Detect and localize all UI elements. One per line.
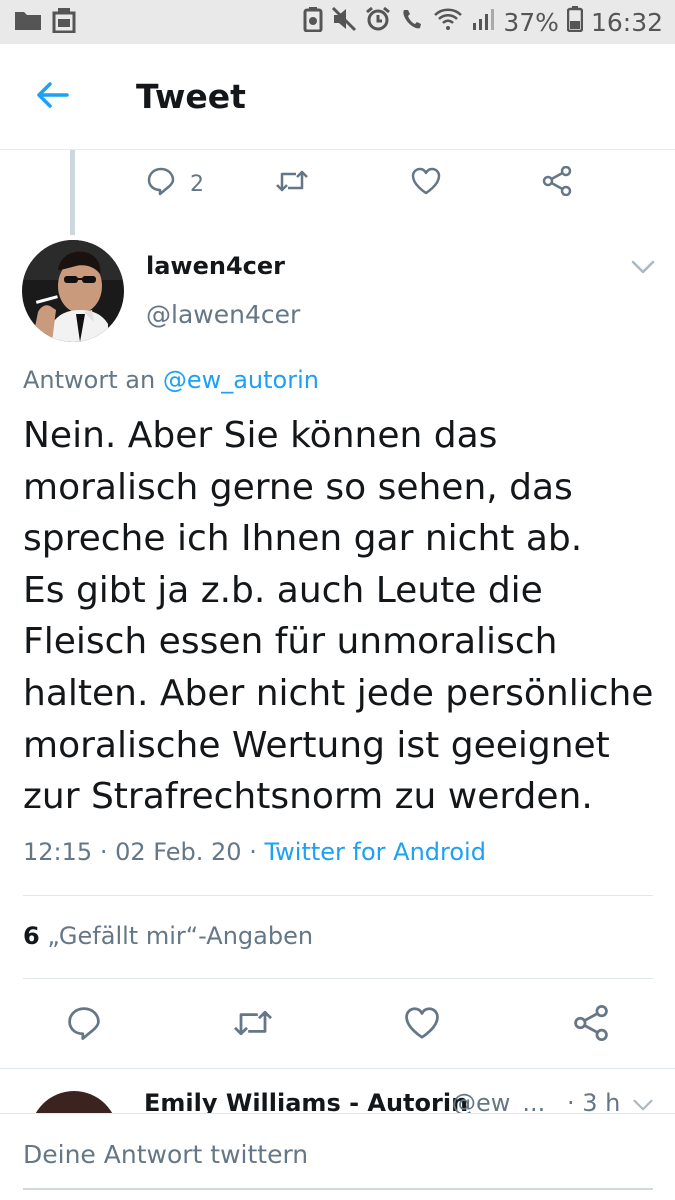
chevron-down-icon: [630, 260, 656, 280]
user-handle[interactable]: @ew_...: [452, 1089, 545, 1113]
share-button[interactable]: [572, 1005, 610, 1047]
share-button[interactable]: [541, 165, 573, 202]
tweet-time: 12:15: [23, 838, 93, 866]
reply-icon: [66, 1005, 102, 1047]
input-underline: [23, 1188, 653, 1190]
meta-separator: ·: [99, 838, 116, 866]
share-icon: [541, 165, 573, 202]
compose-bar[interactable]: Deine Antwort twittern: [0, 1113, 675, 1200]
chevron-down-icon: [632, 1098, 654, 1113]
user-handle[interactable]: @lawen4cer: [146, 300, 300, 329]
signal-icon: [471, 7, 495, 37]
tweet-menu-button[interactable]: [632, 1097, 654, 1113]
retweet-button[interactable]: [275, 166, 309, 202]
arrow-left-icon: [35, 81, 69, 113]
status-bar: 37% 16:32: [0, 0, 675, 44]
reply-button[interactable]: 2: [146, 166, 204, 202]
app-header: Tweet: [0, 44, 675, 150]
tweet-meta: 12:15 · 02 Feb. 20 · Twitter for Android: [23, 838, 486, 866]
previous-tweet-actions: 2: [0, 150, 675, 220]
tweet-actions: [0, 985, 675, 1065]
tweet-date: 02 Feb. 20: [115, 838, 242, 866]
reply-icon: [146, 166, 176, 202]
mute-icon: [331, 6, 357, 38]
folder-icon: [14, 9, 42, 35]
like-label: „Gefällt mir“-Angaben: [47, 922, 314, 950]
display-name[interactable]: Emily Williams - Autorin: [144, 1089, 468, 1113]
tweet-source[interactable]: Twitter for Android: [264, 838, 485, 866]
divider: [23, 978, 653, 979]
likes-summary[interactable]: 6 „Gefällt mir“-Angaben: [23, 922, 313, 950]
battery-percent: 37%: [503, 7, 559, 37]
reply-input[interactable]: Deine Antwort twittern: [23, 1140, 308, 1169]
retweet-icon: [232, 1005, 274, 1047]
heart-icon: [410, 166, 442, 202]
reply-count: 2: [190, 171, 204, 197]
status-left-icons: [14, 7, 76, 37]
tweet-time: · 3 h: [567, 1089, 621, 1113]
storage-icon: [52, 7, 76, 37]
tweet-text: Nein. Aber Sie können das moralisch gern…: [23, 415, 654, 818]
reply-tweet[interactable]: Emily Williams - Autorin @ew_... · 3 h: [0, 1069, 675, 1113]
alarm-icon: [365, 6, 391, 38]
page-title: Tweet: [136, 77, 246, 116]
retweet-button[interactable]: [232, 1005, 274, 1047]
display-name[interactable]: lawen4cer: [146, 252, 285, 280]
divider: [23, 895, 653, 896]
share-icon: [572, 1005, 610, 1047]
avatar[interactable]: [30, 1091, 118, 1113]
tweet-menu-button[interactable]: [630, 258, 656, 280]
reply-to-mention[interactable]: @ew_autorin: [163, 366, 319, 394]
heart-icon: [403, 1005, 441, 1047]
like-button[interactable]: [403, 1005, 441, 1047]
status-right-icons: 37% 16:32: [303, 6, 663, 38]
like-button[interactable]: [410, 166, 442, 202]
avatar[interactable]: [22, 240, 124, 342]
reply-to-line: Antwort an @ew_autorin: [23, 366, 319, 394]
wifi-call-icon: [399, 6, 425, 38]
clock: 16:32: [590, 7, 663, 37]
meta-separator: ·: [249, 838, 265, 866]
battery-icon: [566, 6, 584, 38]
battery-saver-icon: [303, 6, 323, 38]
back-button[interactable]: [0, 44, 104, 150]
wifi-icon: [433, 7, 463, 37]
reply-button[interactable]: [66, 1005, 102, 1047]
like-count: 6: [23, 922, 40, 950]
retweet-icon: [275, 166, 309, 202]
reply-to-prefix: Antwort an: [23, 366, 156, 394]
